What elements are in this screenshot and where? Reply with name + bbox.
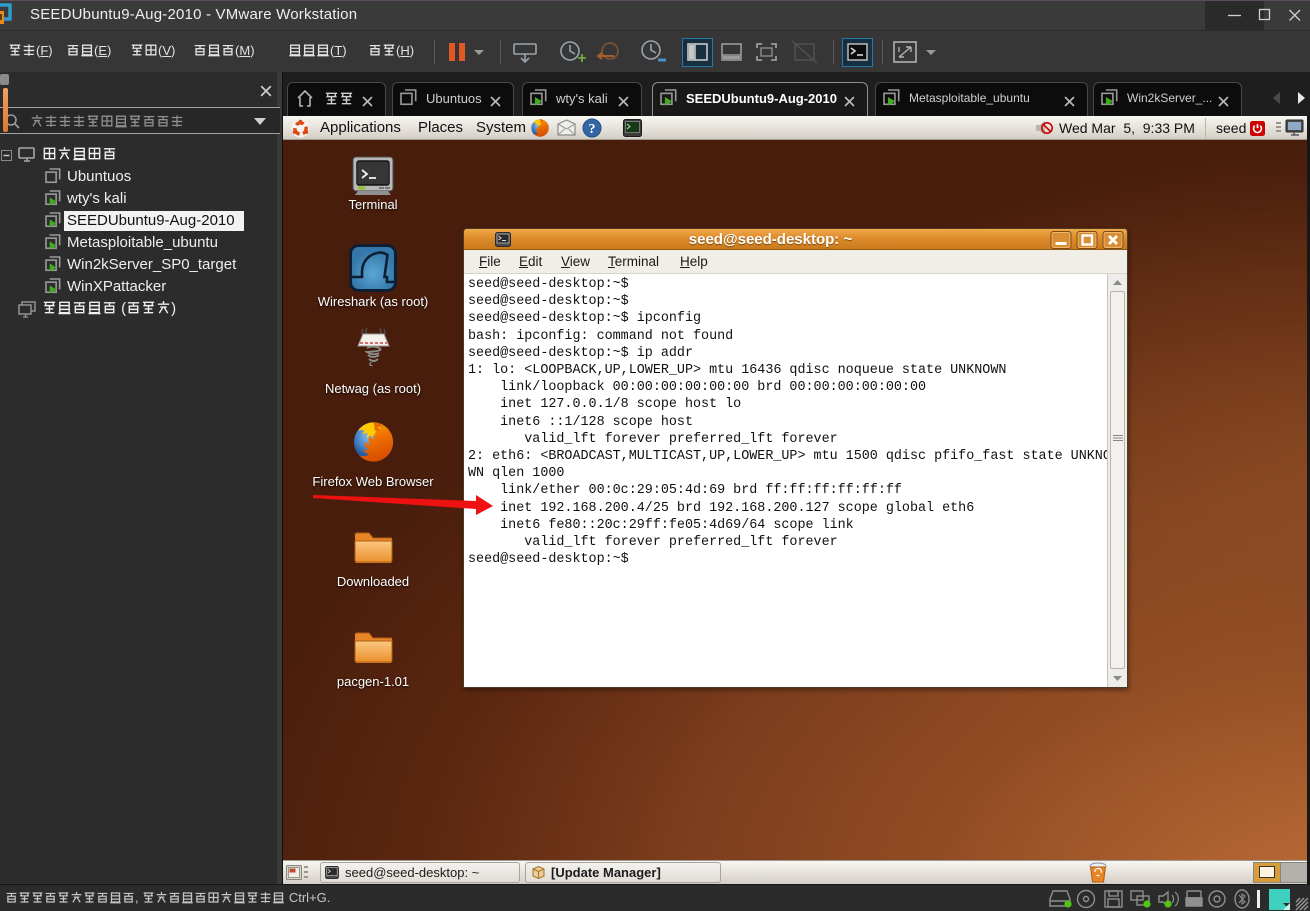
svg-text:?: ?: [589, 122, 596, 137]
